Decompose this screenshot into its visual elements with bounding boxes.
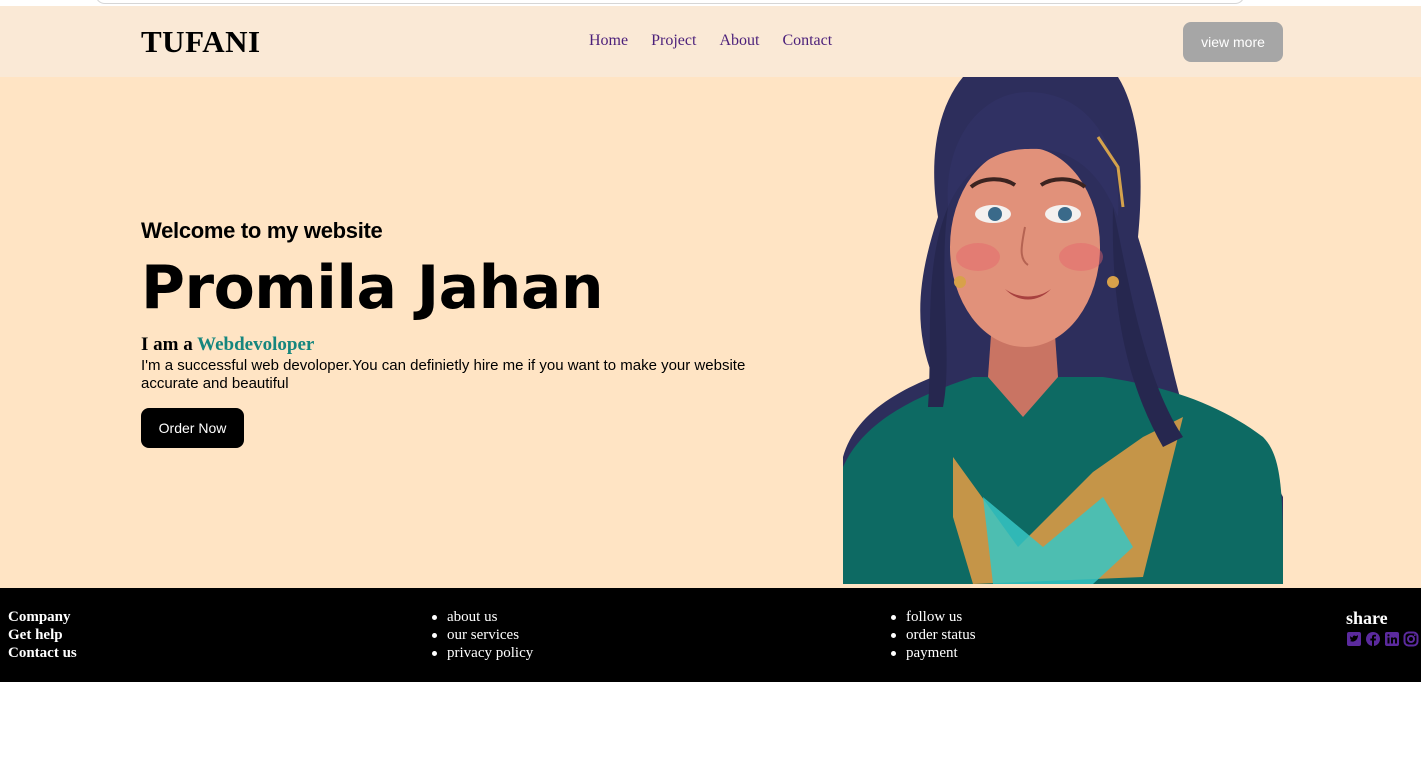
footer-link-about-us[interactable]: about us [430,608,533,626]
instagram-icon[interactable] [1403,631,1419,647]
footer-company-column: Company Get help Contact us [8,608,77,662]
social-icons [1346,631,1419,647]
footer-link-order-status[interactable]: order status [889,626,976,644]
portrait-image [843,77,1283,584]
footer-link-follow-us[interactable]: follow us [889,608,976,626]
footer-link-payment[interactable]: payment [889,644,976,662]
nav-link-contact[interactable]: Contact [782,32,832,50]
hero-name: Promila Jahan [141,253,604,323]
nav-link-home[interactable]: Home [589,32,628,50]
footer: Company Get help Contact us about us our… [0,588,1421,682]
nav-links: Home Project About Contact [589,32,855,50]
nav-link-project[interactable]: Project [651,32,696,50]
footer-link-our-services[interactable]: our services [430,626,533,644]
role-title: Webdevoloper [197,334,315,355]
role-line: I am a Webdevoloper [141,334,314,356]
footer-links-column-2: follow us order status payment [889,608,976,662]
order-now-button[interactable]: Order Now [141,408,244,448]
role-prefix: I am a [141,334,193,355]
hero-bio: I'm a successful web devoloper.You can d… [141,357,746,392]
footer-company[interactable]: Company [8,608,77,626]
footer-contact-us[interactable]: Contact us [8,644,77,662]
share-section: share [1346,608,1419,647]
twitter-icon[interactable] [1346,631,1362,647]
share-title: share [1346,608,1388,628]
footer-get-help[interactable]: Get help [8,626,77,644]
facebook-icon[interactable] [1365,631,1381,647]
footer-links-column-1: about us our services privacy policy [430,608,533,662]
linkedin-icon[interactable] [1384,631,1400,647]
footer-link-privacy-policy[interactable]: privacy policy [430,644,533,662]
browser-edge [95,0,1245,4]
welcome-heading: Welcome to my website [141,218,383,243]
navbar: TUFANI Home Project About Contact view m… [0,6,1421,77]
site-logo[interactable]: TUFANI [141,24,261,60]
view-more-button[interactable]: view more [1183,22,1283,62]
hero-section: Welcome to my website Promila Jahan I am… [0,77,1421,588]
nav-link-about[interactable]: About [719,32,759,50]
